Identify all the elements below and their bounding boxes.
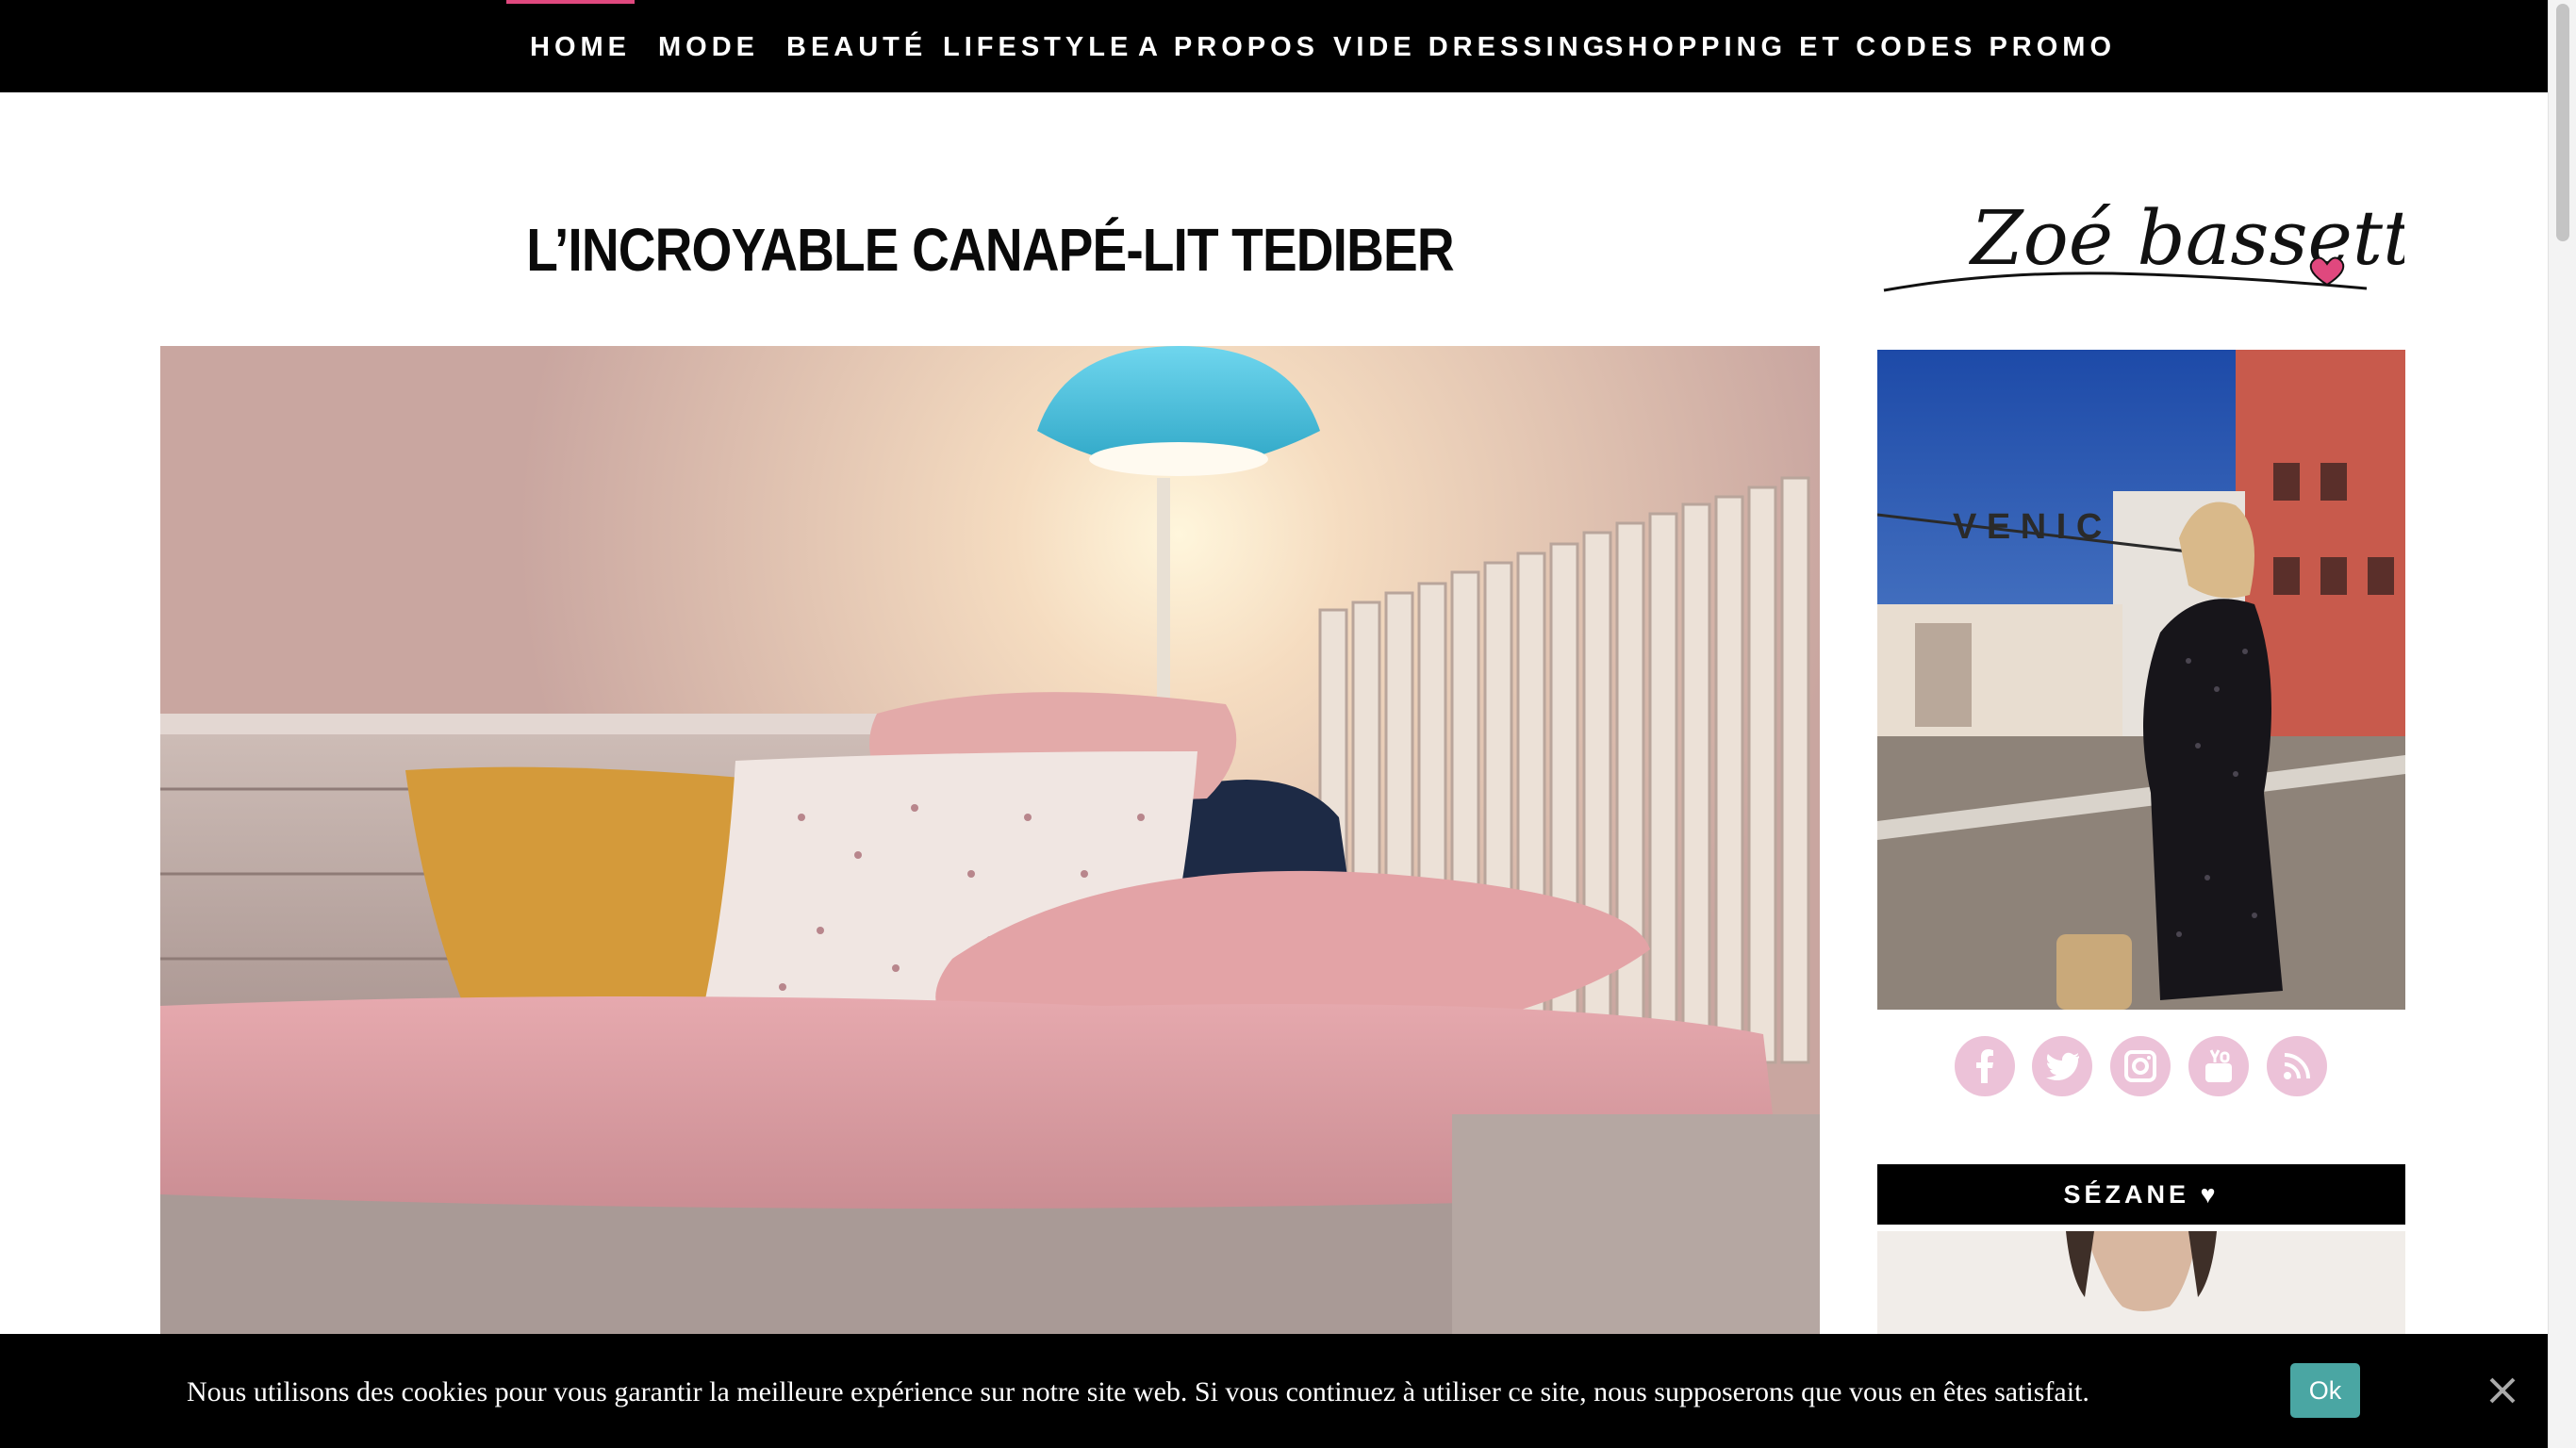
nav-item-beaute[interactable]: BEAUTÉ bbox=[786, 28, 927, 66]
cookie-consent-bar: Nous utilisons des cookies pour vous gar… bbox=[0, 1334, 2548, 1448]
facebook-icon[interactable] bbox=[1955, 1036, 2015, 1096]
instagram-icon[interactable] bbox=[2110, 1036, 2171, 1096]
main-navigation: HOME MODE BEAUTÉ LIFESTYLE A PROPOS VIDE… bbox=[0, 0, 2548, 92]
cookie-ok-button[interactable]: Ok bbox=[2290, 1363, 2360, 1418]
nav-item-home[interactable]: HOME bbox=[530, 28, 631, 66]
author-photo[interactable]: V E N I C bbox=[1877, 350, 2405, 1010]
nav-item-lifestyle[interactable]: LIFESTYLE bbox=[943, 28, 1132, 66]
rss-icon[interactable] bbox=[2267, 1036, 2327, 1096]
youtube-icon[interactable] bbox=[2188, 1036, 2249, 1096]
close-icon[interactable] bbox=[2485, 1374, 2519, 1407]
nav-item-shopping[interactable]: SHOPPING ET CODES PROMO bbox=[1605, 28, 2116, 66]
site-logo[interactable]: Zoé bassetto bbox=[1876, 168, 2458, 309]
nav-item-a-propos[interactable]: A PROPOS bbox=[1138, 28, 1319, 66]
twitter-icon[interactable] bbox=[2032, 1036, 2092, 1096]
nav-item-vide-dressing[interactable]: VIDE DRESSING bbox=[1333, 28, 1609, 66]
nav-item-mode[interactable]: MODE bbox=[658, 28, 759, 66]
page-scrollbar[interactable] bbox=[2548, 0, 2576, 1448]
widget-title-sezane: SÉZANE ♥ bbox=[1877, 1164, 2405, 1225]
cookie-message: Nous utilisons des cookies pour vous gar… bbox=[187, 1376, 2089, 1407]
post-featured-image[interactable] bbox=[160, 346, 1820, 1336]
active-nav-indicator bbox=[506, 0, 635, 4]
post-title: L’INCROYABLE CANAPÉ-LIT TEDIBER bbox=[526, 216, 1454, 284]
scrollbar-thumb[interactable] bbox=[2556, 4, 2569, 241]
